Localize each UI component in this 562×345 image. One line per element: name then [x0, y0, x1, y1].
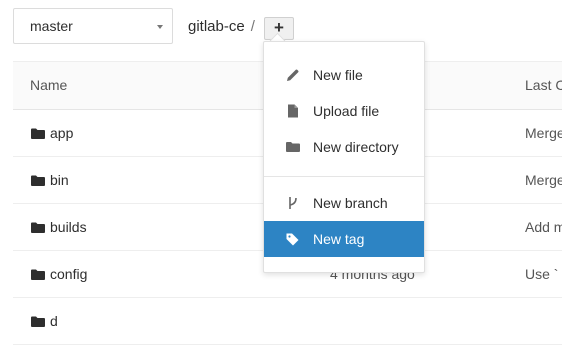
tree-item-name[interactable]: config	[31, 266, 87, 282]
menu-item-new-tag[interactable]: New tag	[264, 221, 424, 257]
folder-icon	[286, 142, 300, 152]
commit-message[interactable]: Merge	[525, 125, 562, 141]
tags-icon	[286, 233, 299, 246]
folder-icon	[31, 175, 45, 186]
menu-item-new-file[interactable]: New file	[264, 57, 424, 93]
tree-item-name[interactable]: builds	[31, 219, 87, 235]
folder-icon	[31, 128, 45, 139]
folder-icon	[31, 269, 45, 280]
tree-item-name[interactable]: bin	[31, 172, 69, 188]
folder-icon	[31, 316, 45, 327]
menu-item-new-directory[interactable]: New directory	[264, 129, 424, 165]
breadcrumb-separator: /	[250, 18, 255, 35]
column-header-last-commit: Last C	[525, 77, 562, 93]
pencil-icon	[287, 69, 299, 81]
folder-icon	[31, 222, 45, 233]
menu-item-upload-file[interactable]: Upload file	[264, 93, 424, 129]
branch-select[interactable]: master	[13, 8, 173, 44]
breadcrumb: gitlab-ce /	[188, 18, 255, 35]
add-dropdown-menu: New file Upload file New directory New b…	[263, 41, 425, 273]
commit-message[interactable]: Use `	[525, 266, 558, 282]
table-row[interactable]: d	[13, 298, 562, 345]
breadcrumb-project-link[interactable]: gitlab-ce	[188, 18, 245, 35]
menu-item-new-branch[interactable]: New branch	[264, 185, 424, 221]
column-header-name: Name	[30, 77, 68, 93]
commit-message[interactable]: Add m	[525, 219, 562, 235]
tree-item-name[interactable]: app	[31, 125, 73, 141]
file-icon	[288, 104, 298, 118]
branch-select-value: master	[30, 18, 73, 34]
code-fork-icon	[289, 197, 297, 209]
chevron-down-icon	[157, 25, 163, 29]
menu-divider	[264, 176, 424, 177]
commit-message[interactable]: Merge	[525, 172, 562, 188]
tree-item-name[interactable]: d	[31, 313, 58, 329]
